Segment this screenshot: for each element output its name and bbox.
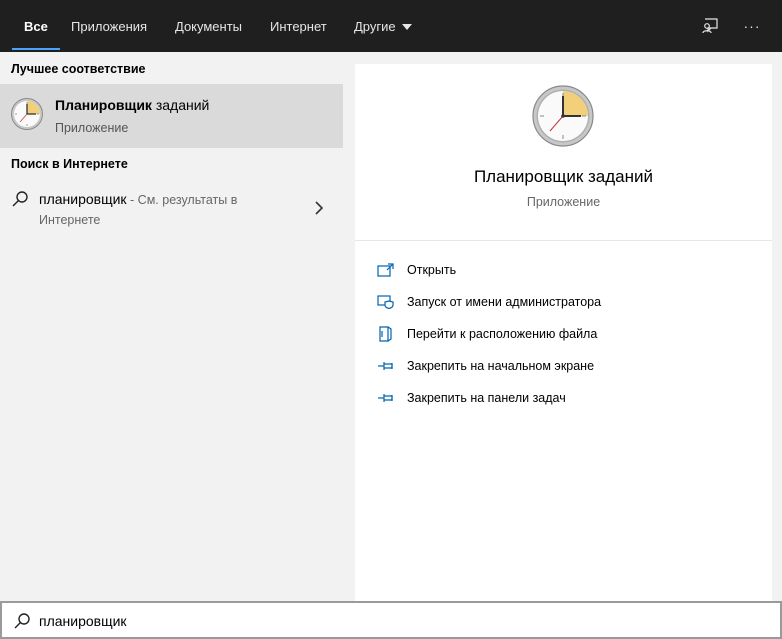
- search-input[interactable]: [39, 609, 739, 633]
- web-search-line1: планировщик - См. результаты в: [39, 191, 237, 207]
- search-bar: [0, 601, 782, 639]
- title-rest: заданий: [151, 97, 210, 113]
- more-icon[interactable]: ···: [740, 0, 764, 52]
- action-label: Перейти к расположению файла: [407, 327, 598, 341]
- preview-title: Планировщик заданий: [473, 167, 654, 186]
- action-open[interactable]: Открыть: [377, 258, 757, 282]
- admin-shield-icon: [377, 294, 395, 310]
- chevron-down-icon: [401, 24, 412, 30]
- feedback-icon[interactable]: [698, 0, 722, 52]
- action-label: Запуск от имени администратора: [407, 295, 602, 309]
- tab-label: Другие: [354, 18, 396, 34]
- web-search-line2: Интернете: [39, 213, 101, 227]
- file-location-icon: [377, 326, 395, 342]
- best-match-item[interactable]: Планировщик заданий Приложение: [0, 84, 343, 148]
- best-match-title: Планировщик заданий: [55, 97, 209, 113]
- tab-internet[interactable]: Интернет: [270, 0, 327, 52]
- top-tab-bar: Все Приложения Документы Интернет Другие…: [0, 0, 782, 52]
- action-label: Закрепить на начальном экране: [407, 359, 595, 373]
- tab-apps[interactable]: Приложения: [71, 0, 147, 52]
- web-search-query: планировщик: [39, 191, 127, 207]
- chevron-right-icon[interactable]: [313, 200, 325, 216]
- tab-documents[interactable]: Документы: [175, 0, 242, 52]
- tab-label: Документы: [175, 18, 243, 34]
- action-label: Открыть: [407, 263, 457, 277]
- best-match-header: Лучшее соответствие: [11, 62, 146, 76]
- preview-pane: Планировщик заданий Приложение Открыть З…: [355, 64, 772, 601]
- title-bold: Планировщик: [55, 97, 152, 113]
- action-open-file-location[interactable]: Перейти к расположению файла: [377, 322, 757, 346]
- clock-icon: [532, 85, 594, 147]
- web-search-item[interactable]: планировщик - См. результаты в Интернете: [0, 184, 343, 234]
- web-search-header: Поиск в Интернете: [11, 157, 128, 171]
- tab-label: Все: [24, 18, 48, 34]
- action-pin-taskbar[interactable]: Закрепить на панели задач: [377, 386, 757, 410]
- tab-other[interactable]: Другие: [354, 0, 412, 52]
- action-run-as-admin[interactable]: Запуск от имени администратора: [377, 290, 757, 314]
- clock-icon: [11, 98, 43, 130]
- preview-subtitle: Приложение: [526, 195, 601, 209]
- pin-icon: [377, 358, 395, 374]
- action-pin-start[interactable]: Закрепить на начальном экране: [377, 354, 757, 378]
- open-icon: [377, 262, 395, 278]
- divider: [355, 240, 772, 241]
- search-icon: [14, 613, 30, 629]
- best-match-subtitle: Приложение: [55, 121, 129, 135]
- search-icon: [12, 191, 28, 207]
- web-search-suffix: - См. результаты в: [126, 193, 238, 207]
- action-label: Закрепить на панели задач: [407, 391, 566, 405]
- tab-label: Интернет: [270, 18, 327, 34]
- tab-all[interactable]: Все: [12, 0, 60, 52]
- tab-label: Приложения: [71, 18, 148, 34]
- results-pane: Лучшее соответствие Планировщик заданий …: [0, 52, 343, 601]
- pin-icon: [377, 390, 395, 406]
- more-glyph: ···: [743, 18, 761, 34]
